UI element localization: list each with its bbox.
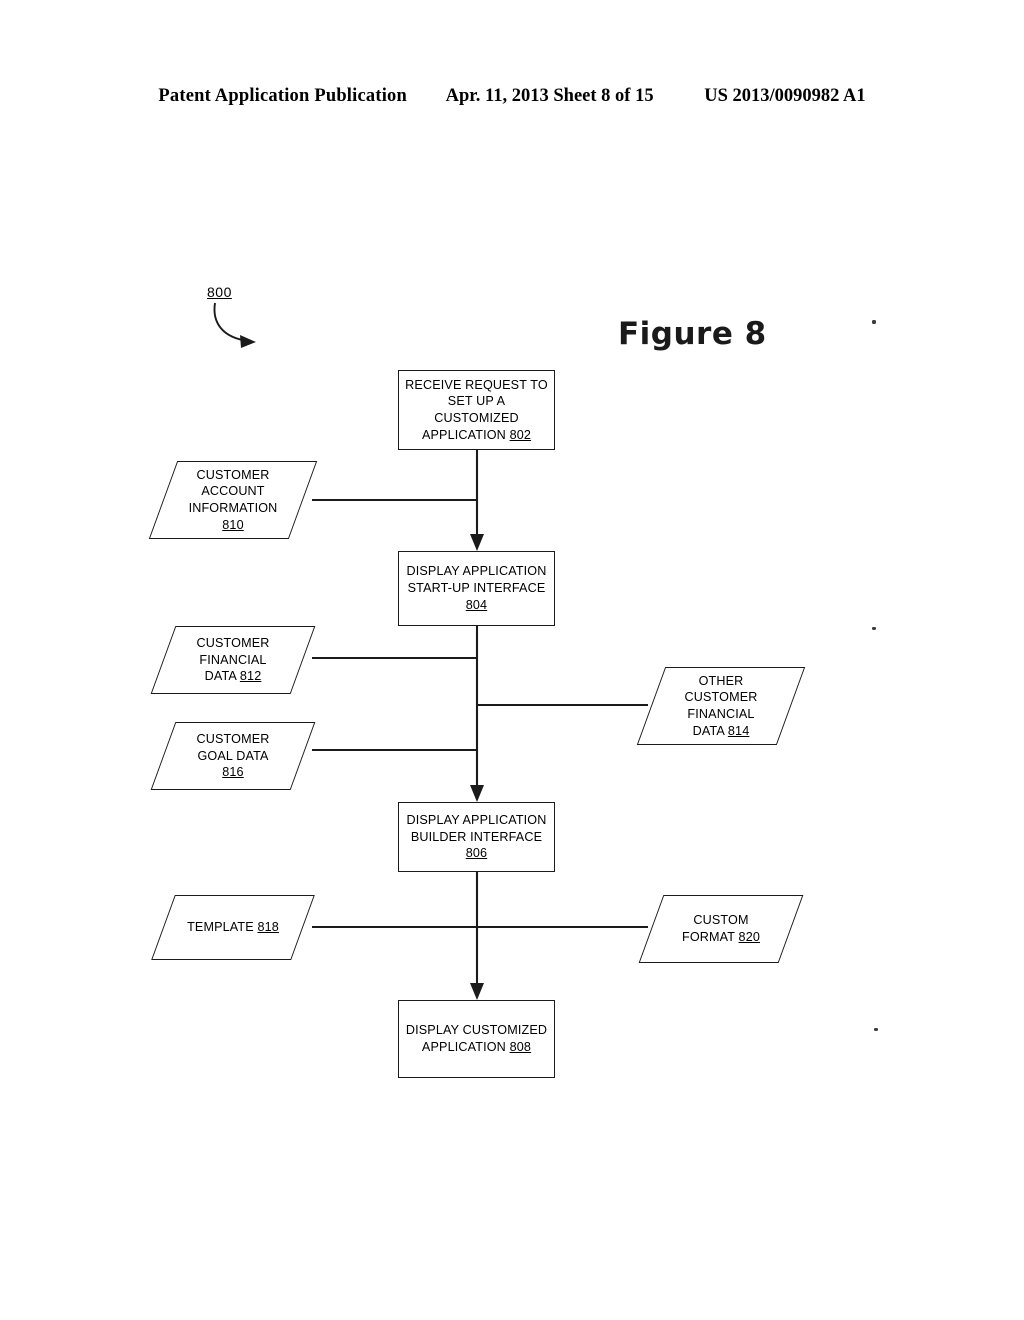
process-box-802: RECEIVE REQUEST TO SET UP A CUSTOMIZED A…	[398, 370, 555, 450]
arrowhead-into-808	[470, 983, 484, 1000]
reference-number: 814	[727, 723, 750, 738]
line: BUILDER INTERFACE	[410, 829, 543, 844]
reference-number: 808	[509, 1040, 532, 1054]
data-shape-812-text: CUSTOMER FINANCIAL DATA 812	[163, 626, 303, 694]
process-box-806-text: DISPLAY APPLICATION BUILDER INTERFACE 80…	[400, 812, 552, 862]
header-patent-number: US 2013/0090982 A1	[704, 86, 866, 106]
line: OTHER	[698, 673, 744, 688]
process-box-808: DISPLAY CUSTOMIZED APPLICATION 808	[398, 1000, 555, 1078]
reference-number: 816	[222, 765, 244, 780]
arrowhead-into-806	[470, 785, 484, 802]
page-header: Patent Application Publication Apr. 11, …	[0, 86, 1024, 107]
line: TEMPLATE	[187, 920, 254, 935]
data-shape-810: CUSTOMER ACCOUNT INFORMATION 810	[148, 461, 318, 539]
header-publication: Patent Application Publication	[158, 86, 407, 106]
data-shape-820-text: CUSTOM FORMAT 820	[651, 895, 791, 963]
arrowhead-lead-800	[240, 335, 256, 348]
reference-number: 804	[465, 597, 488, 612]
scan-speckle	[874, 1028, 878, 1031]
reference-number: 812	[239, 669, 262, 684]
line: DISPLAY APPLICATION	[406, 812, 547, 827]
line: SET UP A CUSTOMIZED	[434, 394, 519, 425]
line: DISPLAY APPLICATION	[406, 564, 547, 579]
line: RECEIVE REQUEST TO	[405, 377, 548, 392]
reference-number: 820	[738, 930, 761, 944]
reference-number: 810	[222, 517, 244, 532]
data-shape-816-text: CUSTOMER GOAL DATA 816	[163, 722, 303, 790]
line: FINANCIAL	[199, 652, 267, 667]
line: APPLICATION	[421, 1040, 506, 1054]
connector-lines	[213, 302, 648, 1000]
data-shape-814: OTHER CUSTOMER FINANCIAL DATA 814	[636, 667, 806, 745]
patent-figure-page: Patent Application Publication Apr. 11, …	[0, 0, 1024, 1320]
line: CUSTOMER	[196, 731, 270, 746]
reference-number: 818	[257, 920, 279, 935]
line: START-UP INTERFACE	[407, 581, 546, 596]
line: ACCOUNT	[201, 484, 265, 499]
line: FORMAT	[681, 930, 735, 944]
figure-title: Figure 8	[618, 316, 767, 352]
data-shape-820: CUSTOM FORMAT 820	[638, 895, 804, 963]
process-box-804: DISPLAY APPLICATION START-UP INTERFACE 8…	[398, 551, 555, 626]
scan-speckle	[872, 627, 876, 630]
process-box-802-text: RECEIVE REQUEST TO SET UP A CUSTOMIZED A…	[399, 377, 554, 444]
line: CUSTOMER	[196, 635, 270, 650]
process-box-806: DISPLAY APPLICATION BUILDER INTERFACE 80…	[398, 802, 555, 872]
header-date-sheet: Apr. 11, 2013 Sheet 8 of 15	[445, 86, 654, 106]
data-shape-818-text: TEMPLATE 818	[163, 895, 303, 960]
line: CUSTOM	[693, 913, 749, 928]
data-shape-814-text: OTHER CUSTOMER FINANCIAL DATA 814	[651, 667, 791, 745]
line: DATA	[692, 723, 725, 738]
process-box-804-text: DISPLAY APPLICATION START-UP INTERFACE 8…	[400, 563, 552, 613]
lead-line-800	[213, 302, 250, 342]
line: FINANCIAL	[687, 707, 755, 721]
line: GOAL DATA	[197, 748, 269, 763]
arrowhead-into-804	[470, 534, 484, 551]
line: INFORMATION	[188, 501, 278, 515]
line: APPLICATION	[421, 427, 506, 442]
data-shape-812: CUSTOMER FINANCIAL DATA 812	[150, 626, 316, 694]
data-shape-818: TEMPLATE 818	[151, 895, 315, 960]
reference-number: 806	[465, 846, 488, 861]
process-box-808-text: DISPLAY CUSTOMIZED APPLICATION 808	[400, 1022, 553, 1055]
line: DISPLAY CUSTOMIZED	[405, 1023, 548, 1038]
figure-reference-numeral: 800	[207, 284, 232, 300]
line: CUSTOMER	[684, 690, 758, 705]
data-shape-810-text: CUSTOMER ACCOUNT INFORMATION 810	[163, 461, 303, 539]
line: DATA	[204, 669, 237, 684]
reference-number: 802	[509, 427, 532, 442]
scan-speckle	[872, 320, 876, 324]
line: CUSTOMER	[196, 467, 270, 482]
data-shape-816: CUSTOMER GOAL DATA 816	[150, 722, 316, 790]
